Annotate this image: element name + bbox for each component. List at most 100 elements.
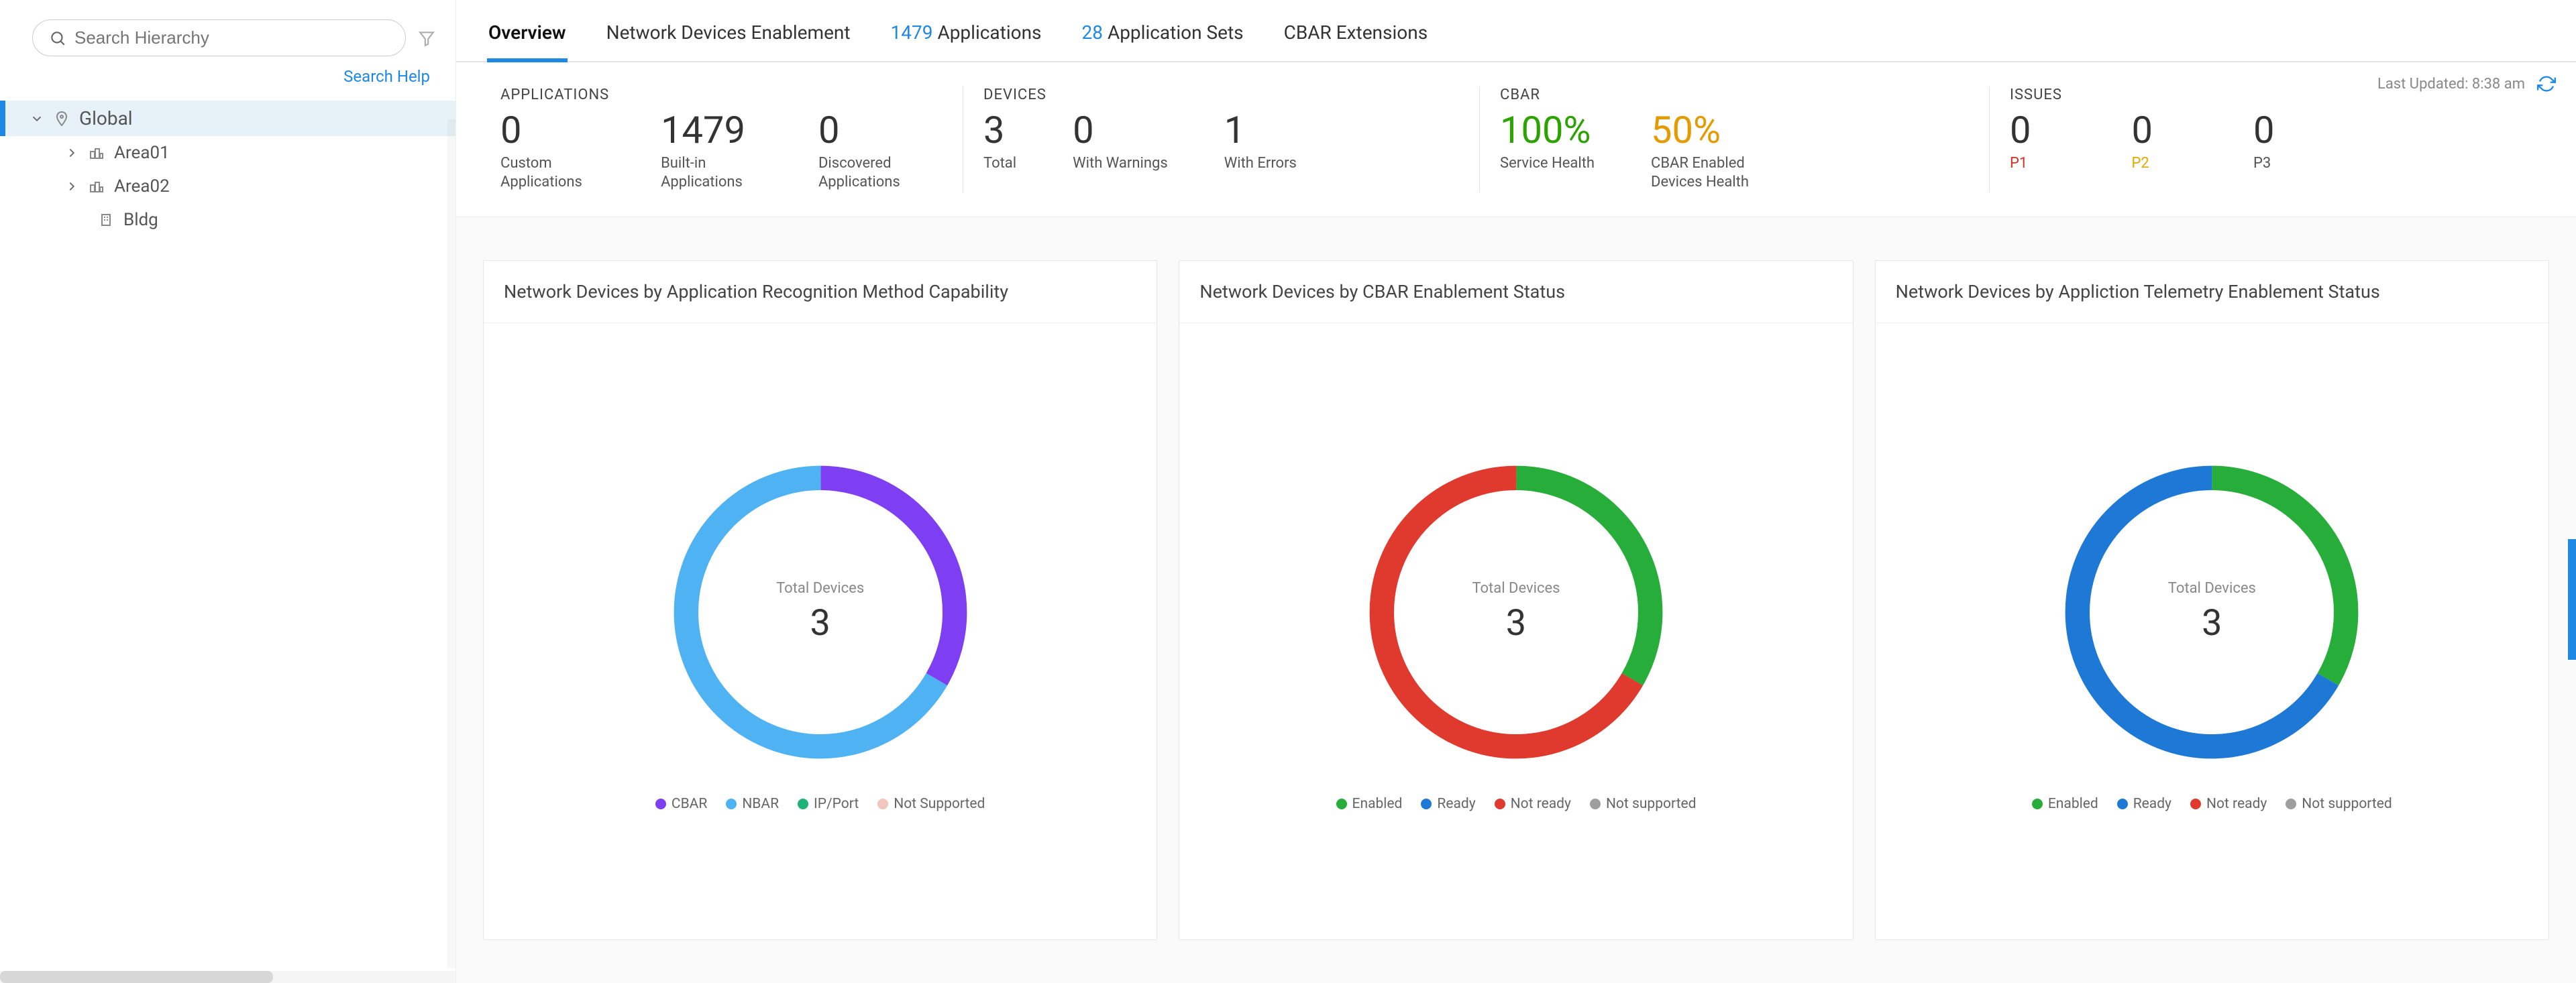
legend-item[interactable]: Not supported: [1590, 796, 1697, 812]
metric-label: Discovered Applications: [818, 154, 922, 192]
legend-item[interactable]: CBAR: [655, 796, 707, 812]
legend-item[interactable]: Not ready: [2190, 796, 2267, 812]
sidebar: Search Help Global Area01 Area02 Bldg: [0, 0, 456, 983]
metric-service-health[interactable]: 100% Service Health: [1500, 110, 1595, 192]
building-group-icon: [89, 178, 105, 194]
tab-applications[interactable]: 1479 Applications: [890, 15, 1043, 61]
metric-devices-errors[interactable]: 1 With Errors: [1224, 110, 1297, 173]
tree-node-area02[interactable]: Area02: [0, 170, 455, 203]
metric-label: P2: [2131, 154, 2152, 174]
metric-label: Service Health: [1500, 154, 1595, 174]
donut-center-value: 3: [1472, 602, 1560, 644]
metric-value: 0: [2253, 110, 2274, 152]
metric-label: Total: [983, 154, 1016, 174]
summary-devices: DEVICES 3 Total 0 With Warnings 1 With E…: [963, 86, 1480, 192]
metric-issues-p1[interactable]: 0 P1: [2010, 110, 2031, 173]
metric-custom-applications[interactable]: 0 Custom Applications: [500, 110, 604, 192]
metric-devices-warnings[interactable]: 0 With Warnings: [1073, 110, 1168, 173]
top-tabs: Overview Network Devices Enablement 1479…: [456, 0, 2576, 62]
tab-application-sets-label: Application Sets: [1103, 21, 1244, 44]
pin-icon: [54, 111, 70, 127]
tab-overview[interactable]: Overview: [487, 15, 568, 61]
filter-icon[interactable]: [418, 30, 435, 47]
tab-applications-count: 1479: [891, 21, 933, 44]
metric-value: 50%: [1651, 110, 1785, 152]
main-panel: Overview Network Devices Enablement 1479…: [456, 0, 2576, 983]
legend-item[interactable]: NBAR: [726, 796, 779, 812]
metric-label: CBAR Enabled Devices Health: [1651, 154, 1785, 192]
group-title: CBAR: [1500, 86, 1949, 103]
card-title: Network Devices by CBAR Enablement Statu…: [1179, 261, 1852, 323]
metric-value: 100%: [1500, 110, 1595, 152]
legend-label: IP/Port: [814, 796, 859, 812]
card-cbar-enablement-status: Network Devices by CBAR Enablement Statu…: [1179, 260, 1853, 940]
chevron-down-icon: [30, 111, 44, 126]
group-title: APPLICATIONS: [500, 86, 922, 103]
search-input[interactable]: [74, 27, 389, 48]
metric-issues-p2[interactable]: 0 P2: [2131, 110, 2152, 173]
legend-label: Not supported: [2302, 796, 2392, 812]
donut-center-value: 3: [2168, 602, 2256, 644]
donut-center-value: 3: [776, 602, 864, 644]
legend-dot-icon: [2032, 799, 2043, 809]
card-title: Network Devices by Appliction Telemetry …: [1876, 261, 2548, 323]
metric-issues-p3[interactable]: 0 P3: [2253, 110, 2274, 173]
tree-node-label: Bldg: [123, 210, 158, 230]
card-telemetry-enablement-status: Network Devices by Appliction Telemetry …: [1875, 260, 2549, 940]
donut-chart-2[interactable]: Total Devices 3: [1342, 438, 1690, 787]
tree-node-bldg[interactable]: Bldg: [0, 203, 455, 237]
metric-label: Built-in Applications: [661, 154, 762, 192]
sidebar-horizontal-scrollbar[interactable]: [0, 971, 455, 983]
legend-item[interactable]: IP/Port: [798, 796, 859, 812]
legend-item[interactable]: Not ready: [1495, 796, 1571, 812]
metric-label: P1: [2010, 154, 2031, 174]
tab-application-sets[interactable]: 28 Application Sets: [1081, 15, 1245, 61]
building-group-icon: [89, 145, 105, 161]
search-icon: [49, 30, 66, 47]
legend-item[interactable]: Enabled: [2032, 796, 2098, 812]
metric-cbar-enabled-health[interactable]: 50% CBAR Enabled Devices Health: [1651, 110, 1785, 192]
metric-value: 0: [818, 110, 922, 152]
legend-dot-icon: [1421, 799, 1432, 809]
metric-label: Custom Applications: [500, 154, 604, 192]
donut-chart-1[interactable]: Total Devices 3: [646, 438, 995, 787]
tab-network-devices-enablement[interactable]: Network Devices Enablement: [605, 15, 852, 61]
sidebar-vertical-scrollbar[interactable]: [447, 119, 455, 968]
tab-cbar-extensions[interactable]: CBAR Extensions: [1283, 15, 1430, 61]
legend-label: Not supported: [1606, 796, 1697, 812]
legend-item[interactable]: Not Supported: [877, 796, 985, 812]
metric-value: 3: [983, 110, 1016, 152]
summary-issues: ISSUES 0 P1 0 P2 0 P3: [1990, 86, 2569, 192]
chevron-right-icon: [64, 179, 79, 194]
metric-discovered-applications[interactable]: 0 Discovered Applications: [818, 110, 922, 192]
legend-label: Ready: [1437, 796, 1475, 812]
legend-dot-icon: [2117, 799, 2128, 809]
legend-item[interactable]: Ready: [1421, 796, 1475, 812]
refresh-icon[interactable]: [2537, 74, 2556, 93]
search-help-link[interactable]: Search Help: [0, 56, 455, 97]
content-area: Network Devices by Application Recogniti…: [456, 217, 2576, 983]
legend-label: Enabled: [2048, 796, 2098, 812]
metric-value: 0: [2131, 110, 2152, 152]
legend-item[interactable]: Enabled: [1336, 796, 1403, 812]
legend-item[interactable]: Not supported: [2286, 796, 2392, 812]
legend-item[interactable]: Ready: [2117, 796, 2171, 812]
metric-builtin-applications[interactable]: 1479 Built-in Applications: [661, 110, 762, 192]
legend-label: Not ready: [1511, 796, 1571, 812]
metric-label: With Warnings: [1073, 154, 1168, 174]
right-edge-handle[interactable]: [2568, 539, 2576, 660]
metric-total-devices[interactable]: 3 Total: [983, 110, 1016, 173]
summary-strip: Last Updated: 8:38 am APPLICATIONS 0 Cus…: [456, 62, 2576, 217]
legend-1: CBAR NBAR IP/Port Not Supported: [655, 787, 985, 831]
tree-node-label: Global: [79, 107, 133, 129]
tree-node-area01[interactable]: Area01: [0, 136, 455, 170]
tree-node-global[interactable]: Global: [0, 101, 455, 136]
search-hierarchy-box[interactable]: [32, 19, 406, 56]
donut-chart-3[interactable]: Total Devices 3: [2037, 438, 2386, 787]
metric-value: 0: [1073, 110, 1168, 152]
legend-label: CBAR: [672, 796, 707, 812]
legend-dot-icon: [877, 799, 888, 809]
summary-applications: APPLICATIONS 0 Custom Applications 1479 …: [480, 86, 963, 192]
metric-value: 0: [500, 110, 604, 152]
legend-label: Ready: [2133, 796, 2171, 812]
